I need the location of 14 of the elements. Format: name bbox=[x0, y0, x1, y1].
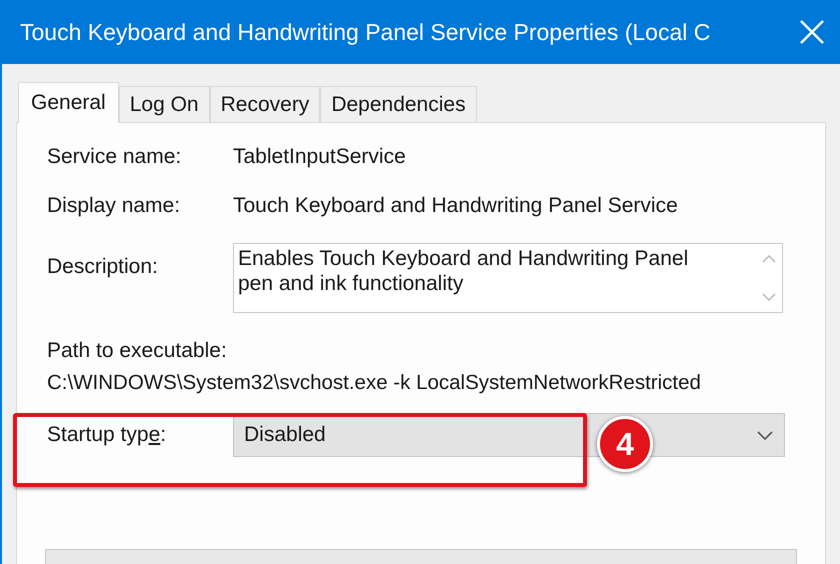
field-label: Service name: bbox=[47, 145, 182, 169]
field-value: Touch Keyboard and Handwriting Panel Service bbox=[233, 194, 678, 218]
field-label: Description: bbox=[47, 254, 159, 279]
window-title: Touch Keyboard and Handwriting Panel Service Properties (Local C bbox=[20, 18, 710, 46]
field-label: Display name: bbox=[47, 194, 182, 218]
tab[interactable]: Recovery bbox=[210, 86, 320, 122]
tab[interactable]: Log On bbox=[118, 86, 210, 122]
field-label: Path to executable: bbox=[47, 339, 228, 363]
description-box[interactable]: Enables Touch Keyboard and Handwriting Panel pen and ink functionality bbox=[233, 243, 783, 313]
field-label: Startup type: bbox=[47, 423, 168, 447]
tab[interactable]: General bbox=[18, 82, 119, 123]
field-value: C:\WINDOWS\System32\svchost.exe -k LocalSystemNetworkRestricted bbox=[47, 371, 702, 395]
tab[interactable]: Dependencies bbox=[320, 86, 477, 122]
field-value: TabletInputService bbox=[233, 145, 406, 169]
